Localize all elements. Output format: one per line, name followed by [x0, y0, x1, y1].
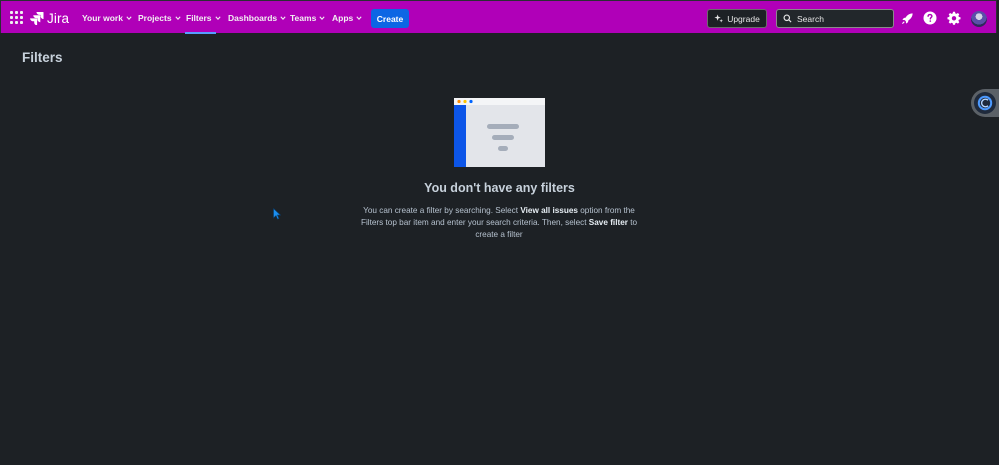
jira-logo-icon — [30, 12, 44, 25]
gear-icon[interactable] — [946, 10, 962, 26]
assistant-ring-icon — [974, 92, 996, 114]
mouse-pointer-icon — [273, 208, 281, 220]
search-box[interactable] — [776, 9, 894, 28]
help-icon[interactable] — [922, 10, 938, 26]
app-switcher-grid-icon[interactable] — [10, 11, 24, 25]
view-all-issues-emphasis: View all issues — [520, 206, 578, 215]
nav-projects[interactable]: Projects — [138, 9, 181, 27]
nav-apps[interactable]: Apps — [332, 9, 362, 27]
upgrade-button[interactable]: Upgrade — [707, 9, 767, 28]
sparkle-icon — [714, 14, 724, 23]
upgrade-label: Upgrade — [727, 13, 760, 24]
gear-glyph — [947, 11, 961, 25]
create-button[interactable]: Create — [371, 9, 409, 28]
desc-text-1: You can create a filter by searching. Se… — [363, 206, 521, 215]
help-glyph — [923, 11, 937, 25]
product-name: Jira — [47, 10, 70, 26]
nav-dashboards-label: Dashboards — [228, 13, 278, 23]
chevron-down-icon — [126, 16, 132, 21]
search-icon — [783, 14, 792, 23]
chevron-down-icon — [319, 16, 325, 21]
jira-app: Jira Your work Projects Filters Dashboar… — [0, 0, 999, 465]
chevron-down-icon — [174, 16, 181, 21]
nav-projects-label: Projects — [138, 13, 172, 23]
chevron-down-icon — [214, 16, 221, 21]
save-filter-emphasis: Save filter — [588, 217, 628, 227]
notification-rocket-glyph — [901, 12, 913, 24]
empty-filters-illustration — [454, 98, 545, 167]
active-tab-indicator — [185, 32, 216, 34]
side-assistant-widget[interactable] — [971, 89, 999, 117]
search-input[interactable] — [797, 13, 887, 24]
nav-your-work[interactable]: Your work — [82, 9, 132, 27]
nav-teams-label: Teams — [290, 13, 317, 23]
top-navigation-bar: Jira Your work Projects Filters Dashboar… — [0, 0, 997, 34]
empty-state-heading: You don't have any filters — [424, 181, 575, 195]
nav-filters[interactable]: Filters — [186, 9, 221, 27]
chevron-down-icon — [280, 16, 286, 21]
nav-teams[interactable]: Teams — [290, 9, 325, 27]
page-title: Filters — [22, 50, 63, 65]
assistant-ring-glyph — [977, 95, 993, 111]
nav-dashboards[interactable]: Dashboards — [228, 9, 286, 27]
jira-logo[interactable]: Jira — [30, 10, 69, 26]
user-avatar[interactable] — [970, 10, 988, 28]
notification-rocket-icon[interactable] — [899, 10, 915, 26]
chevron-down-icon — [356, 16, 362, 21]
nav-apps-label: Apps — [332, 13, 354, 23]
empty-state-description: You can create a filter by searching. Se… — [354, 205, 644, 240]
nav-filters-label: Filters — [186, 13, 212, 23]
nav-your-work-label: Your work — [82, 13, 123, 23]
